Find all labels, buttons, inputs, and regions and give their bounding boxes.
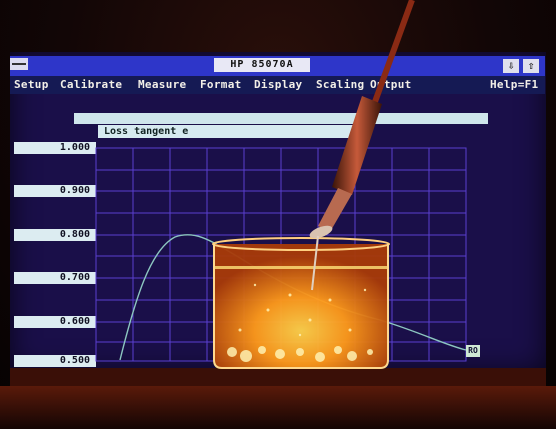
bench-edge bbox=[10, 368, 546, 386]
beaker bbox=[212, 237, 390, 369]
photo: HP 85070A ⇩ ⇧ Setup Calibrate Measure Fo… bbox=[0, 0, 556, 429]
scene-graphics bbox=[0, 0, 556, 429]
bench-top bbox=[0, 386, 556, 429]
trace-marker-label: RO bbox=[466, 345, 480, 357]
